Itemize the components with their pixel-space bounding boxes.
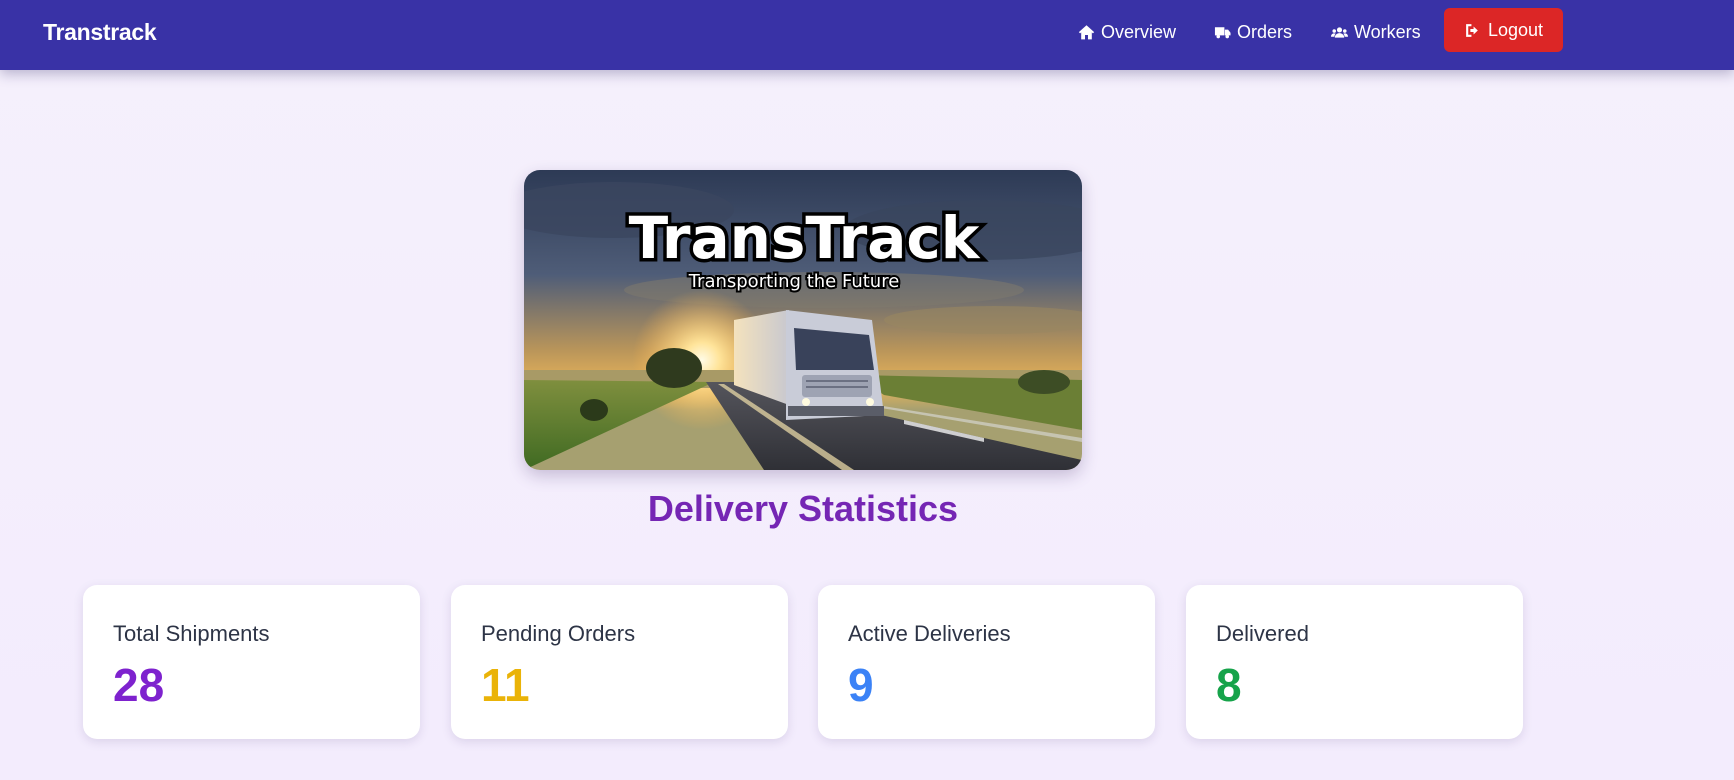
stat-card-pending-orders: Pending Orders 11 (451, 585, 788, 739)
sign-out-icon (1464, 22, 1481, 39)
delivery-statistics-title: Delivery Statistics (647, 488, 959, 529)
hero-tagline-text: Transporting the Future (688, 271, 900, 292)
users-icon (1331, 24, 1348, 41)
stat-value: 9 (848, 659, 874, 711)
top-navbar: Transtrack Overview Orders Workers Logou… (0, 0, 1734, 70)
logout-label: Logout (1487, 19, 1544, 40)
hero-banner-image: TransTrack Transporting the Future (524, 170, 1082, 470)
home-icon (1078, 24, 1095, 41)
stat-card-delivered: Delivered 8 (1186, 585, 1523, 739)
stat-label: Total Shipments (113, 621, 270, 646)
stat-card-total-shipments: Total Shipments 28 (83, 585, 420, 739)
nav-workers-label: Workers (1354, 21, 1421, 42)
nav-orders[interactable]: Orders (1214, 0, 1292, 64)
nav-orders-label: Orders (1237, 21, 1293, 42)
nav-overview[interactable]: Overview (1078, 0, 1176, 64)
brand-logo[interactable]: Transtrack (43, 0, 157, 64)
stat-label: Pending Orders (481, 621, 636, 646)
stat-label: Active Deliveries (848, 621, 1011, 646)
nav-workers[interactable]: Workers (1331, 0, 1421, 64)
truck-icon (1214, 24, 1231, 41)
stat-label: Delivered (1216, 621, 1309, 646)
stat-value: 8 (1216, 659, 1242, 711)
hero-logo-text: TransTrack (629, 204, 981, 272)
stat-value: 28 (113, 659, 165, 711)
stat-value: 11 (481, 659, 530, 711)
stat-card-active-deliveries: Active Deliveries 9 (818, 585, 1155, 739)
nav-overview-label: Overview (1101, 21, 1177, 42)
logout-button[interactable]: Logout (1444, 8, 1563, 52)
